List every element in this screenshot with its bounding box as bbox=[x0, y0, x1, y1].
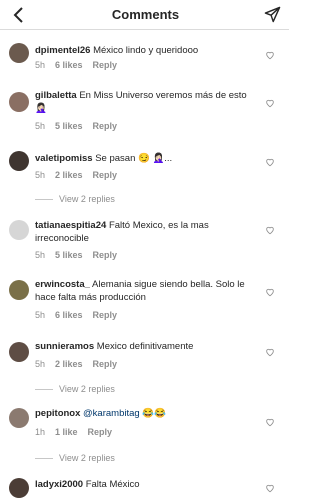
view-replies-link[interactable]: View 2 replies bbox=[35, 453, 115, 463]
comment-text: gilbaletta En Miss Universo veremos más … bbox=[35, 89, 260, 115]
comment-time: 5h bbox=[35, 310, 46, 320]
comment-text: ladyxi2000 Falta México bbox=[35, 478, 260, 491]
view-replies-label: View 2 replies bbox=[59, 453, 115, 463]
comment-username[interactable]: gilbaletta bbox=[35, 90, 77, 101]
view-replies-label: View 2 replies bbox=[59, 384, 115, 394]
comment-time: 5h bbox=[35, 121, 46, 131]
comment-time: 5h bbox=[35, 359, 46, 369]
header-bar: Comments bbox=[0, 0, 289, 30]
comment-time: 5h bbox=[35, 60, 46, 70]
divider-line bbox=[35, 457, 53, 459]
comment-likes[interactable]: 5 likes bbox=[55, 250, 83, 260]
comment-username[interactable]: dpimentel26 bbox=[35, 45, 90, 56]
comment-username[interactable]: ladyxi2000 bbox=[35, 479, 83, 490]
page-title: Comments bbox=[111, 7, 180, 22]
reply-button[interactable]: Reply bbox=[93, 359, 118, 369]
heart-icon[interactable] bbox=[265, 483, 275, 493]
comment-username[interactable]: erwincosta_ bbox=[35, 279, 90, 290]
avatar[interactable] bbox=[9, 151, 29, 171]
comment-text: dpimentel26 México lindo y queridooo bbox=[35, 44, 260, 57]
comment-likes[interactable]: 6 likes bbox=[55, 310, 83, 320]
comment-username[interactable]: tatianaespitia24 bbox=[35, 220, 106, 231]
avatar[interactable] bbox=[9, 43, 29, 63]
comment-text: valetipomiss Se pasan 😏 🤦🏻‍♀️... bbox=[35, 152, 260, 165]
heart-icon[interactable] bbox=[265, 287, 275, 297]
comment-likes[interactable]: 2 likes bbox=[55, 170, 83, 180]
reply-button[interactable]: Reply bbox=[93, 60, 118, 70]
comment-body: Mexico definitivamente bbox=[96, 341, 194, 352]
view-replies-link[interactable]: View 2 replies bbox=[35, 194, 115, 204]
chevron-left-icon bbox=[13, 6, 23, 23]
comment-body: Se pasan 😏 🤦🏻‍♀️... bbox=[95, 153, 173, 164]
avatar[interactable] bbox=[9, 220, 29, 240]
comment-body: México lindo y queridooo bbox=[93, 45, 199, 56]
reply-button[interactable]: Reply bbox=[93, 121, 118, 131]
comment-likes[interactable]: 5 likes bbox=[55, 121, 83, 131]
comment-likes[interactable]: 2 likes bbox=[55, 359, 83, 369]
comment-text: pepitonox @karambitag 😂😂 bbox=[35, 407, 260, 420]
back-button[interactable] bbox=[10, 6, 28, 24]
comment-text: erwincosta_ Alemania sigue siendo bella.… bbox=[35, 278, 260, 304]
heart-icon[interactable] bbox=[265, 157, 275, 167]
comment-username[interactable]: sunnieramos bbox=[35, 341, 94, 352]
comment-likes[interactable]: 6 likes bbox=[55, 60, 83, 70]
avatar[interactable] bbox=[9, 408, 29, 428]
comment-username[interactable]: valetipomiss bbox=[35, 153, 93, 164]
share-button[interactable] bbox=[263, 6, 281, 24]
comment-body: Falta México bbox=[85, 479, 140, 490]
reply-button[interactable]: Reply bbox=[93, 170, 118, 180]
comment-time: 1h bbox=[35, 427, 46, 437]
comment-time: 5h bbox=[35, 250, 46, 260]
view-replies-link[interactable]: View 2 replies bbox=[35, 384, 115, 394]
paper-plane-icon bbox=[264, 6, 280, 23]
comment-text: sunnieramos Mexico definitivamente bbox=[35, 340, 260, 353]
comment-time: 5h bbox=[35, 170, 46, 180]
comment-username[interactable]: pepitonox bbox=[35, 408, 80, 419]
heart-icon[interactable] bbox=[265, 225, 275, 235]
divider-line bbox=[35, 388, 53, 390]
comment-body: @karambitag 😂😂 bbox=[83, 408, 166, 419]
comment-likes[interactable]: 1 like bbox=[55, 427, 78, 437]
heart-icon[interactable] bbox=[265, 347, 275, 357]
view-replies-label: View 2 replies bbox=[59, 194, 115, 204]
heart-icon[interactable] bbox=[265, 417, 275, 427]
avatar[interactable] bbox=[9, 478, 29, 498]
comment-text: tatianaespitia24 Faltó Mexico, es la mas… bbox=[35, 219, 260, 245]
reply-button[interactable]: Reply bbox=[88, 427, 113, 437]
reply-button[interactable]: Reply bbox=[93, 250, 118, 260]
divider-line bbox=[35, 198, 53, 200]
avatar[interactable] bbox=[9, 92, 29, 112]
avatar[interactable] bbox=[9, 280, 29, 300]
avatar[interactable] bbox=[9, 342, 29, 362]
reply-button[interactable]: Reply bbox=[93, 310, 118, 320]
heart-icon[interactable] bbox=[265, 98, 275, 108]
heart-icon[interactable] bbox=[265, 50, 275, 60]
